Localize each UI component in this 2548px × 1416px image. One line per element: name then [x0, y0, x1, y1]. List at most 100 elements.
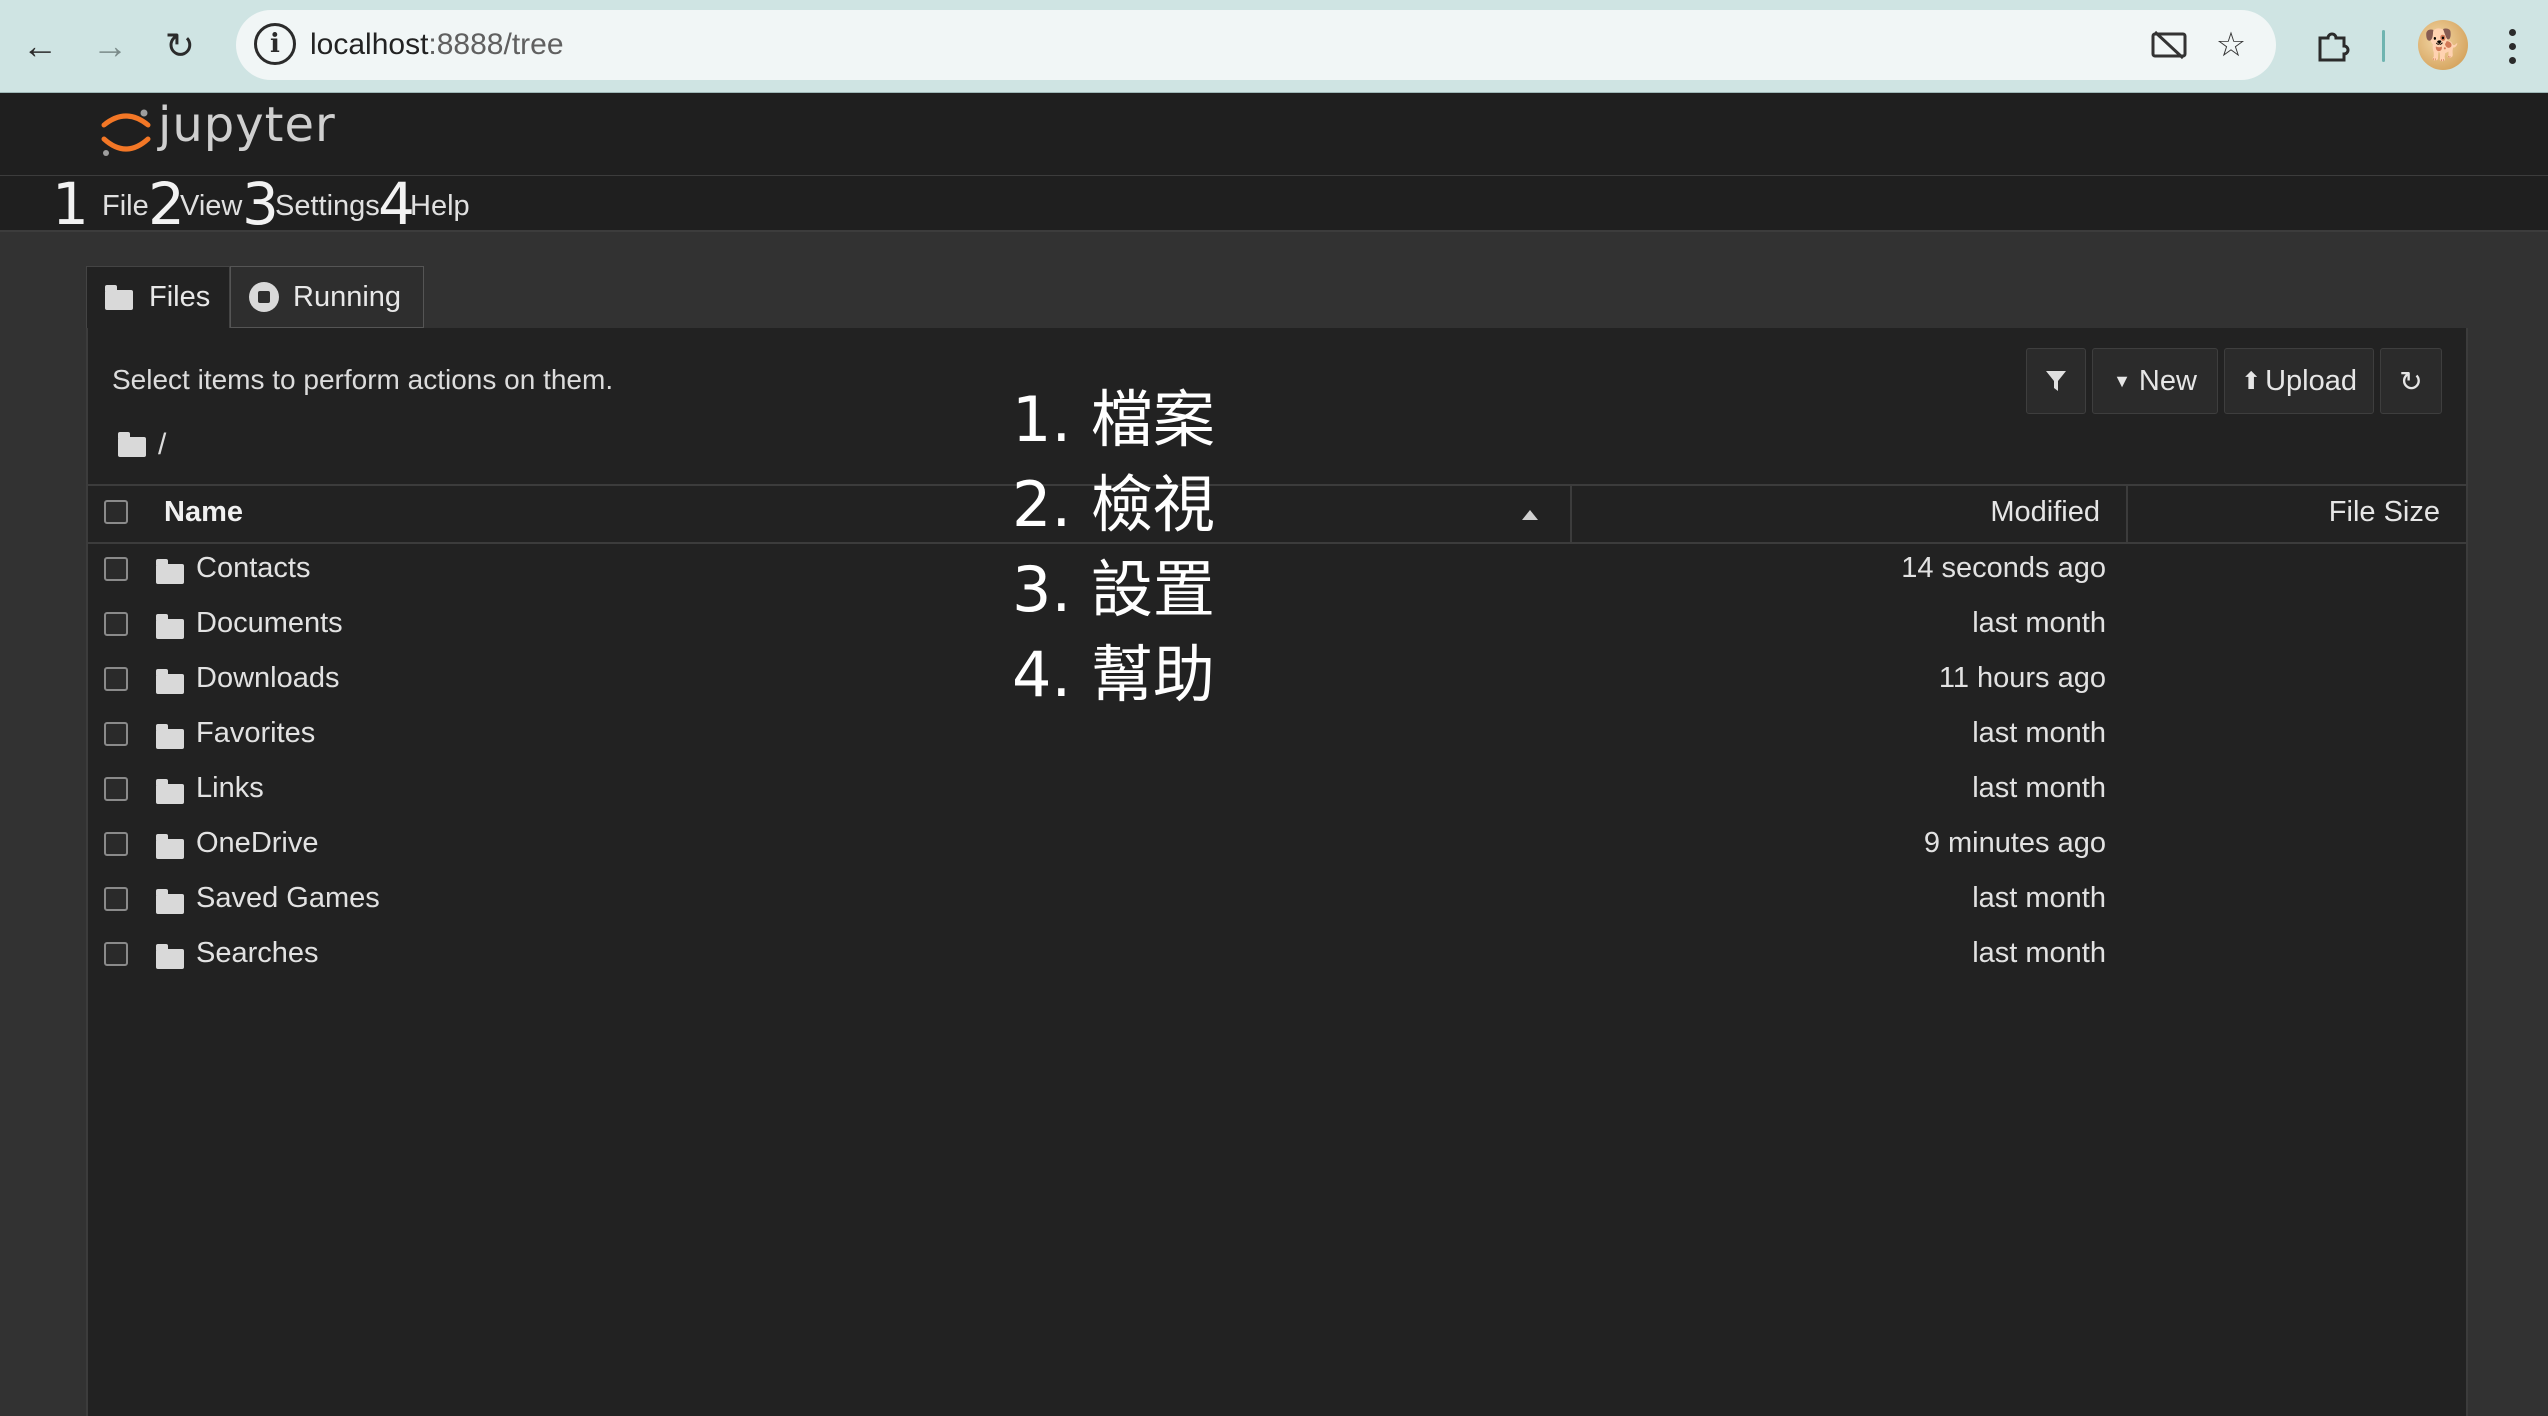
breadcrumb-root[interactable]: /: [158, 428, 166, 462]
tab-running[interactable]: Running: [230, 266, 424, 328]
row-checkbox[interactable]: [104, 667, 128, 691]
puzzle-glyph: [2318, 32, 2350, 62]
tab-running-label: Running: [293, 280, 402, 313]
folder-icon: [156, 614, 184, 639]
extensions-puzzle-icon[interactable]: [2304, 18, 2360, 74]
row-checkbox[interactable]: [104, 887, 128, 911]
tab-files-label: Files: [149, 281, 211, 313]
back-arrow-icon[interactable]: ←: [12, 18, 68, 74]
toolbar-separator: [2382, 30, 2385, 62]
row-checkbox[interactable]: [104, 722, 128, 746]
file-row[interactable]: Saved Games last month: [88, 872, 2466, 927]
file-modified: 11 hours ago: [1938, 662, 2106, 694]
file-modified: 9 minutes ago: [1923, 827, 2106, 859]
forward-arrow-icon[interactable]: →: [82, 18, 138, 74]
file-browser-panel: Select items to perform actions on them.…: [86, 328, 2468, 1416]
column-divider[interactable]: [1570, 486, 1572, 542]
overlay-label-help: 4. 幫助: [1012, 638, 1215, 711]
refresh-button[interactable]: ↻: [2380, 348, 2442, 414]
jupyter-wordmark[interactable]: jupyter: [158, 97, 336, 153]
breadcrumb[interactable]: /: [118, 428, 166, 462]
file-row[interactable]: Searches last month: [88, 927, 2466, 982]
file-name[interactable]: Contacts: [196, 552, 310, 585]
menu-settings[interactable]: Settings: [275, 186, 380, 226]
file-modified: last month: [1972, 607, 2106, 639]
menu-number-3: 3: [242, 170, 279, 238]
upload-button[interactable]: ⬆ Upload: [2224, 348, 2374, 414]
overlay-label-view: 2. 檢視: [1012, 468, 1215, 541]
file-list-header: Name Modified File Size: [88, 484, 2466, 544]
column-file-size[interactable]: File Size: [2329, 496, 2440, 529]
folder-icon: [156, 889, 184, 914]
caret-down-icon: ▼: [2113, 370, 2131, 391]
folder-icon: [156, 669, 184, 694]
row-checkbox[interactable]: [104, 557, 128, 581]
file-row[interactable]: Favorites last month: [88, 707, 2466, 762]
sort-ascending-icon[interactable]: [1522, 510, 1538, 520]
folder-icon: [156, 779, 184, 804]
menubar: 1 File 2 View 3 Settings 4 Help: [0, 172, 2548, 236]
upload-button-label: Upload: [2265, 364, 2357, 397]
file-modified: 14 seconds ago: [1901, 552, 2106, 584]
file-row[interactable]: Links last month: [88, 762, 2466, 817]
more-menu-icon[interactable]: [2494, 18, 2530, 74]
jupyter-logo-icon[interactable]: [96, 105, 156, 161]
column-name[interactable]: Name: [164, 496, 243, 529]
url-text[interactable]: localhost:8888/tree: [310, 10, 564, 80]
file-modified: last month: [1972, 882, 2106, 914]
file-name[interactable]: Favorites: [196, 717, 315, 750]
browser-toolbar: ← → ↻ i localhost:8888/tree ☆ 🐕: [0, 0, 2548, 93]
folder-icon: [156, 724, 184, 749]
new-button[interactable]: ▼ New: [2092, 348, 2218, 414]
cast-off-icon[interactable]: [2148, 24, 2190, 66]
folder-icon: [156, 944, 184, 969]
profile-avatar-icon[interactable]: 🐕: [2418, 20, 2468, 70]
cast-off-icon-glyph: [2151, 30, 2187, 60]
row-checkbox[interactable]: [104, 777, 128, 801]
folder-icon: [156, 559, 184, 584]
file-row[interactable]: Downloads 11 hours ago: [88, 652, 2466, 707]
url-path: :8888/tree: [428, 28, 564, 61]
row-checkbox[interactable]: [104, 942, 128, 966]
file-row[interactable]: Contacts 14 seconds ago: [88, 542, 2466, 597]
running-stop-icon: [249, 282, 279, 312]
overlay-label-settings: 3. 設置: [1012, 553, 1215, 626]
column-modified[interactable]: Modified: [1990, 496, 2100, 529]
filter-button[interactable]: [2026, 348, 2086, 414]
filter-icon: [2046, 371, 2066, 391]
menu-view[interactable]: View: [180, 186, 242, 226]
menu-number-1: 1: [52, 170, 89, 238]
column-divider[interactable]: [2126, 486, 2128, 542]
file-name[interactable]: Documents: [196, 607, 343, 640]
file-name[interactable]: Downloads: [196, 662, 339, 695]
file-row[interactable]: Documents last month: [88, 597, 2466, 652]
tab-files[interactable]: Files: [86, 266, 230, 328]
menu-help[interactable]: Help: [410, 186, 470, 226]
file-name[interactable]: Saved Games: [196, 882, 380, 915]
file-name[interactable]: Links: [196, 772, 264, 805]
file-name[interactable]: OneDrive: [196, 827, 319, 860]
file-modified: last month: [1972, 772, 2106, 804]
refresh-icon: ↻: [2399, 365, 2423, 397]
menu-file[interactable]: File: [102, 186, 149, 226]
reload-icon[interactable]: ↻: [152, 18, 208, 74]
address-bar[interactable]: i localhost:8888/tree ☆: [236, 10, 2276, 80]
url-host: localhost: [310, 28, 429, 61]
site-info-icon[interactable]: i: [254, 23, 296, 65]
file-modified: last month: [1972, 717, 2106, 749]
new-button-label: New: [2138, 364, 2197, 397]
jupyter-header: jupyter: [0, 93, 2548, 177]
file-row[interactable]: OneDrive 9 minutes ago: [88, 817, 2466, 872]
folder-icon: [105, 284, 133, 310]
root-folder-icon[interactable]: [118, 432, 146, 457]
bookmark-star-icon[interactable]: ☆: [2210, 24, 2252, 66]
select-all-checkbox[interactable]: [104, 500, 128, 524]
selection-hint: Select items to perform actions on them.: [112, 364, 614, 395]
folder-icon: [156, 834, 184, 859]
row-checkbox[interactable]: [104, 832, 128, 856]
overlay-label-file: 1. 檔案: [1012, 383, 1215, 456]
row-checkbox[interactable]: [104, 612, 128, 636]
file-modified: last month: [1972, 937, 2106, 969]
file-name[interactable]: Searches: [196, 937, 319, 970]
upload-icon: ⬆: [2240, 367, 2262, 395]
